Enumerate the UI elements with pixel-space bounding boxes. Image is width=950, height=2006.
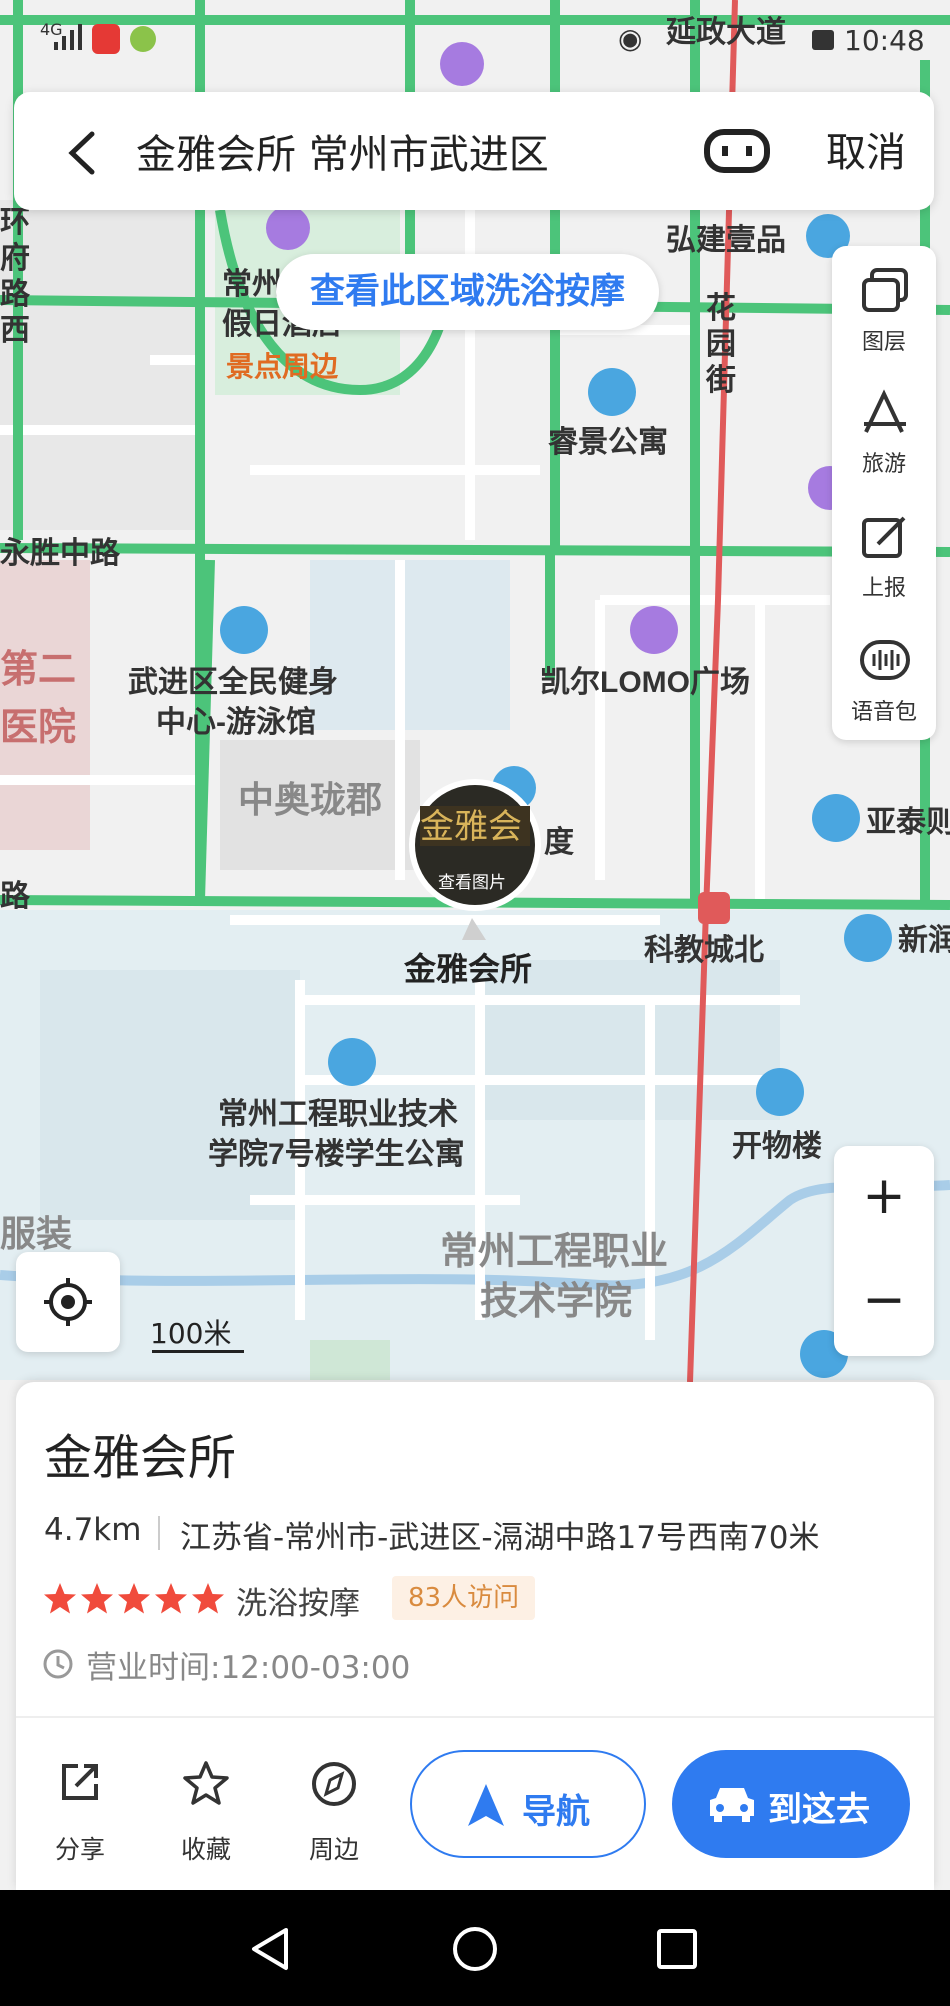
home-circle-icon[interactable] — [452, 1926, 498, 1972]
go-here-label: 到这去 — [768, 1790, 870, 1830]
search-this-area-button[interactable]: 查看此区域洗浴按摩 — [276, 254, 660, 330]
poi-label: 学院7号楼学生公寓 — [208, 1137, 465, 1171]
zoom-out-button[interactable]: − — [834, 1250, 934, 1354]
poi-label: 开物楼 — [732, 1130, 822, 1163]
road-label: 街 — [705, 364, 736, 397]
star-icon — [44, 1583, 76, 1614]
poi-label: 亚泰则 — [866, 806, 950, 839]
place-distance: 4.7km — [44, 1512, 142, 1548]
voice-icon — [860, 640, 910, 680]
eye-icon: ◉ — [618, 22, 643, 55]
poi-label: 凯尔LOMO广场 — [540, 666, 750, 699]
travel-button[interactable]: 旅游 — [832, 368, 936, 486]
poi-label: 弘建壹品 — [666, 224, 786, 257]
poi-label: 科教城北 — [644, 934, 764, 967]
locate-icon — [44, 1278, 92, 1326]
controller-icon[interactable] — [704, 126, 770, 176]
favorite-label: 收藏 — [180, 1835, 231, 1864]
poi-label: 中心-游泳馆 — [156, 705, 316, 739]
share-label: 分享 — [54, 1835, 105, 1864]
app-notification-icon — [130, 26, 156, 52]
search-bar[interactable]: 金雅会所 常州市武进区 取消 — [14, 92, 934, 210]
clock-icon — [43, 1649, 73, 1679]
back-arrow-icon[interactable] — [62, 130, 102, 176]
recorder-icon — [92, 24, 120, 54]
time: 10:48 — [844, 24, 925, 57]
marker-photo-text: 金雅会 — [420, 807, 522, 847]
poi-label: 度 — [544, 826, 574, 859]
poi-label: 常州工程职业技术 — [218, 1098, 458, 1131]
separator — [158, 1516, 160, 1550]
signal-icon — [54, 24, 82, 50]
navigation-arrow-icon — [468, 1784, 504, 1826]
voice-pack-button[interactable]: 语音包 — [832, 616, 936, 734]
star-icon — [81, 1583, 113, 1614]
poi-label: 第二 — [0, 649, 76, 691]
search-query[interactable]: 金雅会所 常州市武进区 — [136, 122, 549, 180]
layers-button[interactable]: 图层 — [832, 246, 936, 364]
navigate-button[interactable]: 导航 — [410, 1750, 646, 1858]
poi-label: 武进区全民健身 — [128, 665, 338, 699]
scale-label: 100米 — [150, 1317, 232, 1350]
zoom-in-button[interactable]: + — [834, 1146, 934, 1250]
map-toolbox: 图层 旅游 上报 语音包 — [832, 246, 936, 740]
place-card[interactable]: 金雅会所 4.7km 江苏省-常州市-武进区-滆湖中路17号西南70米 洗浴按摩… — [16, 1382, 934, 1890]
road-label: 永胜中路 — [0, 537, 121, 570]
star-icon — [118, 1583, 150, 1614]
view-photo-label[interactable]: 查看图片 — [438, 873, 506, 892]
poi-label: 景点周边 — [226, 351, 339, 382]
star-icon — [155, 1583, 187, 1614]
scale-bar — [152, 1350, 244, 1353]
status-bar: 4G ◉ 10:48 — [0, 0, 950, 80]
road-label: 园 — [706, 328, 736, 361]
visits-badge: 83人访问 — [392, 1576, 536, 1620]
share-icon — [62, 1764, 98, 1800]
place-name: 金雅会所 — [44, 1430, 237, 1486]
report-label: 上报 — [861, 576, 906, 601]
nearby-label: 周边 — [308, 1835, 359, 1864]
poi-label: 新润 — [898, 923, 950, 957]
report-icon — [862, 516, 906, 558]
road-label: 花 — [706, 292, 736, 325]
road-label: 府 — [0, 241, 30, 275]
zoom-controls: + − — [834, 1146, 934, 1356]
business-hours: 营业时间:12:00-03:00 — [86, 1650, 411, 1686]
star-icon — [192, 1583, 224, 1614]
report-button[interactable]: 上报 — [832, 492, 936, 610]
car-icon — [710, 1788, 754, 1822]
system-navigation-bar — [0, 1890, 950, 2006]
place-category: 洗浴按摩 — [236, 1586, 360, 1622]
poi-label: 医院 — [0, 707, 76, 749]
back-triangle-icon[interactable] — [248, 1926, 292, 1972]
rating-stars — [44, 1583, 224, 1614]
travel-icon — [864, 389, 906, 433]
road-label: 路 — [0, 278, 31, 311]
place-address: 江苏省-常州市-武进区-滆湖中路17号西南70米 — [180, 1520, 820, 1556]
marker-name: 金雅会所 — [403, 951, 532, 987]
poi-label: 服装 — [0, 1213, 72, 1254]
poi-label: 常州 — [222, 268, 282, 301]
cancel-button[interactable]: 取消 — [826, 120, 906, 178]
compass-icon — [312, 1762, 356, 1806]
layers-label: 图层 — [861, 330, 906, 355]
poi-label: 中奥珑郡 — [238, 779, 382, 820]
battery-icon — [812, 30, 834, 50]
road-label: 环 — [0, 206, 30, 239]
poi-label: 常州工程职业 — [440, 1231, 668, 1273]
road-label: 路 — [0, 880, 31, 913]
star-outline-icon — [183, 1761, 229, 1805]
navigate-label: 导航 — [522, 1792, 590, 1832]
recents-square-icon[interactable] — [656, 1928, 698, 1970]
locate-button[interactable] — [16, 1252, 120, 1352]
road-label: 西 — [0, 314, 30, 347]
poi-label: 睿景公寓 — [548, 425, 668, 459]
go-here-button[interactable]: 到这去 — [672, 1750, 910, 1858]
voice-pack-label: 语音包 — [850, 700, 917, 725]
travel-label: 旅游 — [861, 452, 906, 477]
divider — [16, 1716, 934, 1718]
poi-label: 技术学院 — [480, 1280, 632, 1323]
layers-icon — [862, 268, 908, 312]
